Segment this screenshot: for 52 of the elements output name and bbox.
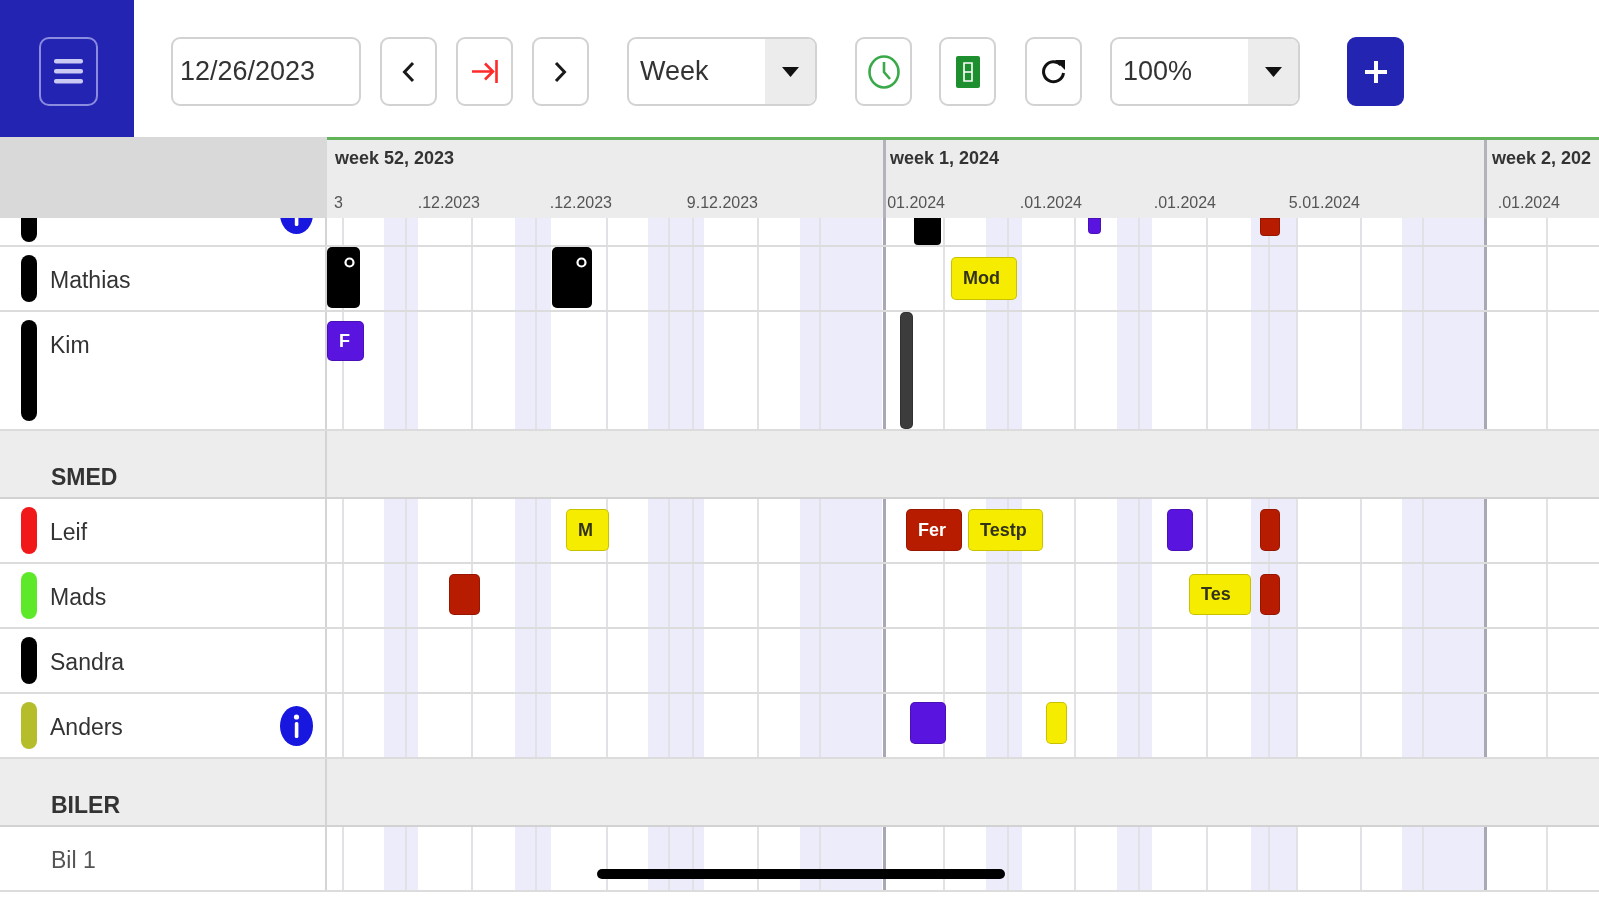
info-icon[interactable] [280, 218, 313, 234]
week-label: week 52, 2023 [335, 147, 455, 169]
menu-button[interactable] [39, 37, 98, 106]
schedule-event[interactable]: M [566, 509, 609, 551]
today-button[interactable] [456, 37, 513, 106]
schedule-event[interactable] [552, 247, 592, 308]
date-label: .12.2023 [417, 193, 480, 213]
schedule-event[interactable]: Testp [968, 509, 1043, 551]
previous-button[interactable] [380, 37, 437, 106]
caret-icon [781, 66, 799, 77]
chevron-right-icon [554, 60, 567, 83]
date-label: 3 [334, 193, 343, 213]
schedule-event[interactable]: Tes [1189, 574, 1251, 615]
plus-icon [1363, 59, 1388, 84]
schedule-event[interactable]: F [327, 321, 364, 361]
resource-name: Bil 1 [51, 846, 96, 874]
person-name: Sandra [50, 648, 125, 676]
person-name: Anders [50, 713, 123, 741]
view-select[interactable]: Week [627, 37, 817, 106]
group-label: SMED [51, 463, 118, 491]
week-label: week 2, 202 [1492, 147, 1592, 169]
document-button[interactable] [939, 37, 996, 106]
info-icon[interactable] [280, 705, 313, 746]
document-icon [955, 55, 980, 88]
week-label: week 1, 2024 [890, 147, 1000, 169]
date-label: 9.12.2023 [686, 193, 758, 213]
arrow-to-line-icon [470, 59, 499, 84]
zoom-select[interactable]: 100% [1110, 37, 1300, 106]
chevron-left-icon [402, 60, 415, 83]
schedule-event[interactable]: Fer [906, 509, 962, 551]
next-button[interactable] [532, 37, 589, 106]
caret-icon [1264, 66, 1282, 77]
refresh-button[interactable] [1025, 37, 1082, 106]
refresh-icon [1040, 58, 1067, 85]
date-label: .12.2023 [549, 193, 612, 213]
person-name: Kim [50, 331, 90, 359]
date-label: 01.2024 [887, 193, 945, 213]
clock-button[interactable] [855, 37, 912, 106]
date-label: .01.2024 [1497, 193, 1560, 213]
add-button[interactable] [1347, 37, 1404, 106]
date-field[interactable]: 12/26/2023 [171, 37, 361, 106]
person-name: Mads [50, 583, 107, 611]
schedule-event[interactable] [327, 247, 360, 308]
clock-icon [867, 54, 900, 89]
menu-icon [54, 59, 83, 84]
group-label: BILER [51, 791, 120, 819]
person-name: Leif [50, 518, 88, 546]
date-label: 5.01.2024 [1288, 193, 1360, 213]
person-name: Mathias [50, 266, 131, 294]
date-label: .01.2024 [1153, 193, 1216, 213]
date-label: .01.2024 [1019, 193, 1082, 213]
schedule-event[interactable]: Mod [951, 257, 1017, 300]
